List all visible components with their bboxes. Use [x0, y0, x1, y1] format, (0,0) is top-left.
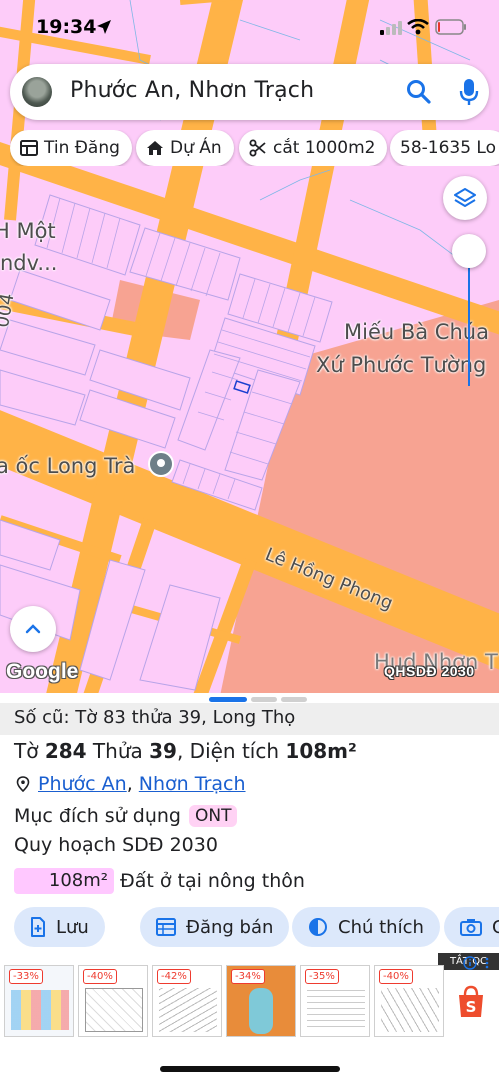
sheet-handle[interactable]	[209, 697, 307, 702]
slider-track	[468, 250, 470, 386]
area-row: 108m² Đất ở tại nông thôn	[14, 868, 305, 894]
poi-pin-icon	[148, 451, 174, 477]
chip-lo[interactable]: 58-1635 Lo	[390, 130, 499, 166]
purpose-badge: ONT	[188, 805, 238, 827]
layer-code: QHSDĐ 2030	[384, 663, 475, 679]
wifi-icon	[407, 19, 429, 35]
map-label-mot: H Một	[0, 219, 56, 243]
expand-up-button[interactable]	[10, 606, 56, 652]
purpose-row: Mục đích sử dụng ONT	[14, 805, 238, 827]
chip-label: Dự Án	[170, 138, 222, 158]
ad-product[interactable]: -34%	[226, 965, 296, 1037]
plan-label: Quy hoạch SDĐ 2030	[14, 834, 218, 856]
map-label-long-tra: a ốc Long Trà	[0, 454, 136, 478]
microphone-icon[interactable]	[459, 78, 479, 106]
post-sale-button[interactable]: Đăng bán	[140, 907, 290, 947]
old-parcel-info: Số cũ: Tờ 83 thửa 39, Long Thọ	[0, 703, 499, 735]
area-description: Đất ở tại nông thôn	[120, 870, 305, 892]
svg-text:S: S	[466, 998, 477, 1016]
status-bar: 19:34	[0, 0, 499, 56]
camera-button[interactable]: C	[444, 907, 499, 947]
cellular-signal-icon	[380, 21, 402, 35]
save-button[interactable]: Lưu	[14, 907, 105, 947]
google-logo: Google	[6, 660, 79, 683]
parcel-sheet[interactable]: Số cũ: Tờ 83 thửa 39, Long Thọ Tờ 284 Th…	[0, 693, 499, 1080]
camera-icon	[460, 919, 482, 936]
ad-product[interactable]: -33%	[4, 965, 74, 1037]
search-input[interactable]: Phước An, Nhơn Trạch	[70, 78, 314, 103]
search-bar[interactable]: Phước An, Nhơn Trạch	[10, 64, 489, 120]
ward-link[interactable]: Phước An	[38, 773, 127, 795]
project-house-icon	[147, 141, 163, 155]
chip-du-an[interactable]: Dự Án	[136, 130, 234, 166]
status-time: 19:34	[36, 16, 97, 38]
shopee-icon[interactable]: S	[456, 985, 486, 1019]
layers-button[interactable]	[443, 176, 487, 220]
chip-tin-dang[interactable]: Tin Đăng	[10, 130, 132, 166]
action-buttons: Lưu Đăng bán Chú thích C	[14, 907, 499, 947]
search-icon[interactable]	[406, 79, 432, 105]
purpose-label: Mục đích sử dụng	[14, 805, 181, 827]
map-label-ndv: ndv...	[0, 251, 58, 275]
filter-chips: Tin Đăng Dự Án cắt 1000m2 58-1635 Lo	[10, 130, 499, 166]
chevron-up-icon	[25, 624, 41, 634]
legend-button[interactable]: Chú thích	[292, 907, 440, 947]
layers-icon	[454, 188, 476, 207]
ad-info-icon[interactable]	[462, 955, 492, 971]
location-pin-icon	[16, 776, 30, 792]
opacity-slider[interactable]	[452, 234, 486, 390]
slider-knob[interactable]	[452, 234, 486, 268]
ad-product[interactable]: -35%	[300, 965, 370, 1037]
ad-banner[interactable]: TẮT QC -33% -40% -42% -34% -35% -40% S	[0, 953, 499, 1041]
add-document-icon	[31, 917, 45, 937]
listing-icon	[20, 140, 38, 156]
legend-contrast-icon	[309, 918, 327, 936]
parcel-title: Tờ 284 Thửa 39, Diện tích 108m²	[14, 739, 357, 763]
location-row: Phước An , Nhơn Trạch	[16, 773, 246, 795]
chip-label: Tin Đăng	[44, 138, 120, 158]
chip-label: cắt 1000m2	[273, 138, 376, 158]
location-arrow-icon	[97, 20, 111, 34]
scissors-icon	[249, 139, 266, 157]
area-swatch: 108m²	[14, 868, 114, 894]
district-link[interactable]: Nhơn Trạch	[139, 773, 246, 795]
home-indicator[interactable]	[160, 1066, 340, 1072]
chip-label: 58-1635 Lo	[400, 138, 497, 158]
ad-product[interactable]: -42%	[152, 965, 222, 1037]
battery-icon	[435, 19, 466, 35]
ad-product[interactable]: -40%	[78, 965, 148, 1037]
chip-cat[interactable]: cắt 1000m2	[239, 130, 388, 166]
avatar[interactable]	[22, 77, 52, 107]
calendar-post-icon	[156, 918, 176, 936]
ad-product[interactable]: -40%	[374, 965, 444, 1037]
